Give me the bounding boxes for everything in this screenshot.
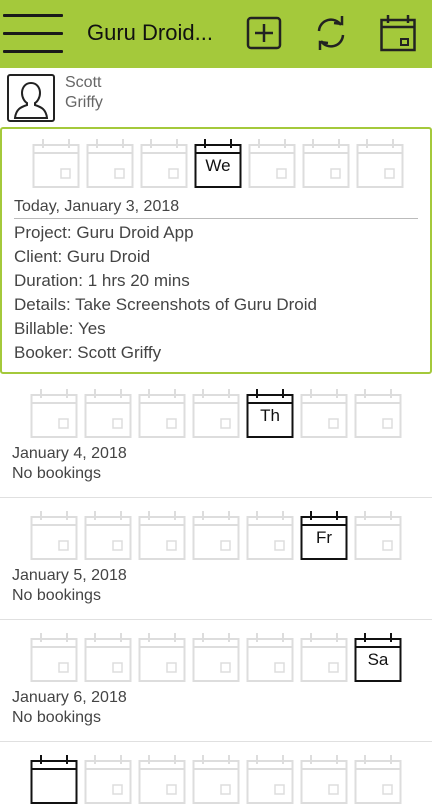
weekday-calendar-icon bbox=[354, 753, 402, 805]
user-last-name: Griffy bbox=[65, 94, 103, 111]
weekday-calendar-icon bbox=[140, 137, 188, 189]
day-date: Today, January 3, 2018 bbox=[14, 198, 180, 215]
weekday-calendar-icon bbox=[30, 631, 78, 683]
weekday-calendar-icon bbox=[192, 387, 240, 439]
day-date: January 6, 2018 bbox=[12, 689, 127, 706]
booking-billable: Billable: Yes bbox=[14, 319, 106, 338]
weekday-calendar-icon bbox=[84, 631, 132, 683]
day-card-partial[interactable] bbox=[0, 745, 432, 804]
weekday-label: Th bbox=[260, 406, 280, 425]
weekday-calendar-icon bbox=[246, 631, 294, 683]
user-row[interactable]: Scott Griffy bbox=[0, 68, 432, 126]
weekday-calendar-icon bbox=[356, 137, 404, 189]
week-strip: Fr bbox=[30, 509, 410, 561]
active-day-calendar-icon: Fr bbox=[300, 509, 348, 561]
weekday-calendar-icon bbox=[354, 387, 402, 439]
weekday-calendar-icon bbox=[354, 509, 402, 561]
active-day-calendar-icon bbox=[30, 753, 78, 805]
weekday-calendar-icon bbox=[84, 753, 132, 805]
day-date: January 4, 2018 bbox=[12, 445, 127, 462]
weekday-calendar-icon bbox=[30, 509, 78, 561]
user-name: Scott Griffy bbox=[65, 73, 103, 113]
app-bar: Guru Droid... bbox=[0, 0, 432, 68]
day-date: January 5, 2018 bbox=[12, 567, 127, 584]
active-day-calendar-icon: We bbox=[194, 137, 242, 189]
calendar-icon[interactable] bbox=[380, 14, 416, 52]
booking-duration: Duration: 1 hrs 20 mins bbox=[14, 271, 190, 290]
weekday-calendar-icon bbox=[84, 387, 132, 439]
active-day-calendar-icon: Th bbox=[246, 387, 294, 439]
menu-icon[interactable] bbox=[3, 12, 63, 54]
weekday-calendar-icon bbox=[138, 509, 186, 561]
date-divider bbox=[14, 218, 418, 219]
active-day-calendar-icon: Sa bbox=[354, 631, 402, 683]
week-strip: Sa bbox=[30, 631, 410, 683]
day-card[interactable]: Th January 4, 2018 No bookings bbox=[0, 379, 432, 498]
week-strip: Th bbox=[30, 387, 410, 439]
weekday-calendar-icon bbox=[300, 387, 348, 439]
week-strip bbox=[30, 753, 410, 805]
weekday-label: Fr bbox=[315, 528, 333, 547]
weekday-calendar-icon bbox=[32, 137, 80, 189]
weekday-calendar-icon bbox=[138, 631, 186, 683]
booking-client: Client: Guru Droid bbox=[14, 247, 151, 266]
weekday-calendar-icon bbox=[138, 387, 186, 439]
day-card-selected[interactable]: We Today, January 3, 2018 Project: Guru … bbox=[0, 127, 432, 374]
user-silhouette-icon bbox=[7, 74, 55, 122]
day-card[interactable]: Sa January 6, 2018 No bookings bbox=[0, 623, 432, 742]
day-status: No bookings bbox=[12, 587, 101, 604]
weekday-calendar-icon bbox=[192, 509, 240, 561]
day-card[interactable]: Fr January 5, 2018 No bookings bbox=[0, 501, 432, 620]
weekday-calendar-icon bbox=[192, 753, 240, 805]
weekday-calendar-icon bbox=[248, 137, 296, 189]
weekday-calendar-icon bbox=[302, 137, 350, 189]
day-status: No bookings bbox=[12, 709, 101, 726]
weekday-calendar-icon bbox=[246, 509, 294, 561]
weekday-label: We bbox=[205, 156, 231, 175]
weekday-calendar-icon bbox=[30, 387, 78, 439]
user-first-name: Scott bbox=[65, 74, 102, 91]
refresh-icon[interactable] bbox=[313, 14, 349, 52]
weekday-label: Sa bbox=[367, 650, 389, 669]
weekday-calendar-icon bbox=[192, 631, 240, 683]
booking-booker: Booker: Scott Griffy bbox=[14, 343, 162, 362]
weekday-calendar-icon bbox=[84, 509, 132, 561]
weekday-calendar-icon bbox=[246, 753, 294, 805]
app-title: Guru Droid... bbox=[87, 20, 213, 45]
weekday-calendar-icon bbox=[300, 631, 348, 683]
weekday-calendar-icon bbox=[300, 753, 348, 805]
add-icon[interactable] bbox=[246, 14, 282, 52]
week-strip: We bbox=[32, 137, 412, 189]
day-status: No bookings bbox=[12, 465, 101, 482]
weekday-calendar-icon bbox=[138, 753, 186, 805]
weekday-calendar-icon bbox=[86, 137, 134, 189]
booking-details: Details: Take Screenshots of Guru Droid bbox=[14, 295, 317, 314]
booking-project: Project: Guru Droid App bbox=[14, 223, 194, 242]
